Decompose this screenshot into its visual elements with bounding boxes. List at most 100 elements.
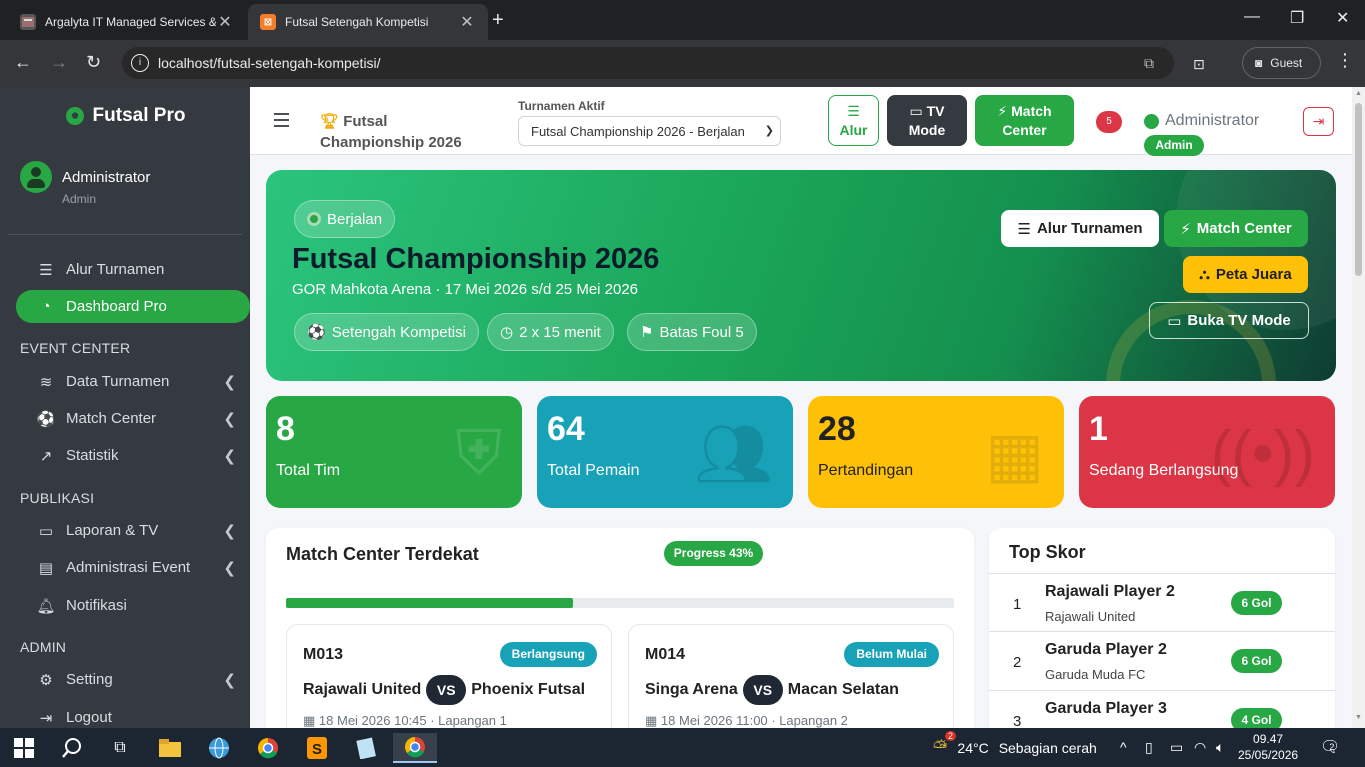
- sidebar-item-match-center[interactable]: ⚽ Match Center ❮: [16, 402, 250, 435]
- task-view-icon[interactable]: ⧉: [98, 733, 142, 763]
- profile-button[interactable]: ◙ Guest: [1242, 47, 1321, 79]
- progress-bar-fill: [286, 598, 574, 608]
- chrome-active-icon[interactable]: [393, 733, 437, 763]
- list-item[interactable]: 2 Garuda Player 2 Garuda Muda FC 6 Gol: [989, 631, 1335, 689]
- match-meta: ▦ 18 Mei 2026 10:45 · Lapangan 1: [303, 713, 507, 728]
- user-panel[interactable]: Administrator Admin: [20, 161, 150, 206]
- chevron-up-icon[interactable]: ^: [1120, 739, 1127, 755]
- translate-icon[interactable]: ⧉: [1144, 55, 1154, 72]
- reload-icon[interactable]: ↻: [86, 52, 101, 73]
- buka-tv-mode-button[interactable]: ▭ Buka TV Mode: [1149, 302, 1309, 339]
- site-info-icon[interactable]: i: [131, 54, 149, 72]
- sitemap-icon: ⛬: [1199, 266, 1210, 283]
- tab-search-icon[interactable]: ⊡: [1193, 56, 1205, 73]
- close-icon[interactable]: ✕: [458, 12, 476, 32]
- tv-button-line1: ▭ TV: [909, 102, 945, 119]
- sidebar-item-alur-turnamen[interactable]: ☰ Alur Turnamen: [16, 253, 250, 286]
- sidebar-item-notifikasi[interactable]: 🔔︎ Notifikasi: [16, 589, 250, 622]
- admin-role-badge: Admin: [1144, 135, 1204, 156]
- chart-line-icon: ↗: [39, 447, 53, 465]
- speaker-icon[interactable]: 🔈︎: [1216, 739, 1224, 756]
- search-icon[interactable]: [50, 733, 94, 763]
- clock-date: 25/05/2026: [1238, 748, 1299, 762]
- battery-icon[interactable]: ▭: [1170, 739, 1183, 756]
- match-status-badge: Berlangsung: [499, 642, 597, 667]
- match-center-button[interactable]: ⚡︎ Match Center: [975, 95, 1074, 146]
- stat-card-sedang-berlangsung[interactable]: 1 Sedang Berlangsung ((•)): [1079, 396, 1335, 508]
- new-tab-icon[interactable]: +: [492, 9, 504, 32]
- notification-center-icon[interactable]: 🗨︎2: [1320, 737, 1345, 757]
- stat-value: 1: [1089, 410, 1108, 448]
- tv-button-line2: Mode: [908, 121, 946, 138]
- windows-start-icon[interactable]: [2, 733, 46, 763]
- sidebar-item-data-turnamen[interactable]: ≋ Data Turnamen ❮: [16, 365, 250, 398]
- list-check-icon: ☰: [1017, 220, 1031, 238]
- notepad-icon[interactable]: [344, 733, 388, 763]
- clock[interactable]: 09.47 25/05/2026: [1238, 731, 1298, 763]
- device-icon[interactable]: ▯: [1145, 739, 1153, 756]
- user-circle-icon: [1144, 113, 1159, 129]
- status-badge: Berjalan: [294, 200, 396, 238]
- stat-label: Total Tim: [276, 462, 341, 479]
- stat-card-pertandingan[interactable]: 28 Pertandingan ▦: [808, 396, 1064, 508]
- logout-icon: ⇥: [1312, 113, 1325, 129]
- list-item[interactable]: 1 Rajawali Player 2 Rajawali United 6 Go…: [989, 573, 1335, 631]
- notification-badge[interactable]: 5: [1096, 111, 1122, 133]
- match-card[interactable]: M014 Belum Mulai Singa Arena VS Macan Se…: [628, 624, 954, 728]
- scrollbar-thumb[interactable]: [1355, 103, 1362, 276]
- duration-pill: ◷ 2 x 15 menit: [487, 313, 614, 351]
- match-teams: Rajawali United VS Phoenix Futsal: [303, 675, 585, 705]
- admin-user[interactable]: Administrator: [1144, 112, 1259, 130]
- back-icon[interactable]: ←: [14, 52, 32, 73]
- match-card[interactable]: M013 Berlangsung Rajawali United VS Phoe…: [286, 624, 612, 728]
- stat-card-total-pemain[interactable]: 64 Total Pemain 👥︎: [537, 396, 793, 508]
- sidebar-item-laporan-tv[interactable]: ▭ Laporan & TV ❮: [16, 514, 250, 547]
- sidebar-item-statistik[interactable]: ↗ Statistik ❮: [16, 439, 250, 472]
- logout-button[interactable]: ⇥: [1303, 107, 1334, 136]
- alur-turnamen-button[interactable]: ☰ Alur Turnamen: [1001, 210, 1159, 247]
- tab-futsal[interactable]: ⊠ Futsal Setengah Kompetisi ✕: [248, 4, 488, 40]
- tv-mode-button[interactable]: ▭ TV Mode: [887, 95, 967, 146]
- hero-match-center-button[interactable]: ⚡︎ Match Center: [1164, 210, 1308, 247]
- stat-value: 8: [276, 410, 295, 448]
- taskbar: ⧉ S ⛅︎ 2 24°C Sebagian cerah ^ ▯ ▭ ◠ 🔈︎ 0…: [0, 728, 1365, 767]
- alur-button[interactable]: ☰ Alur: [828, 95, 879, 146]
- chevron-left-icon: ❮: [223, 373, 236, 391]
- tab-argalyta[interactable]: Argalyta IT Managed Services & ✕: [8, 4, 246, 40]
- sidebar-item-setting[interactable]: ⚙ Setting ❮: [16, 663, 250, 696]
- close-icon[interactable]: ✕: [216, 12, 234, 32]
- turnamen-select[interactable]: Futsal Championship 2026 - Berjalan ❯: [518, 116, 781, 146]
- scroll-up-icon[interactable]: ▲: [1355, 90, 1362, 97]
- xampp-favicon-icon: ⊠: [260, 14, 276, 30]
- file-explorer-icon[interactable]: [148, 733, 192, 763]
- restore-icon[interactable]: ❐: [1290, 8, 1304, 28]
- top-skor-card: Top Skor 1 Rajawali Player 2 Rajawali Un…: [989, 528, 1335, 728]
- hamburger-icon[interactable]: [274, 113, 289, 131]
- sidebar-item-dashboard-pro[interactable]: ◔ Dashboard Pro: [16, 290, 250, 323]
- list-item[interactable]: 3 Garuda Player 3 4 Gol: [989, 690, 1335, 728]
- wifi-icon[interactable]: ◠: [1194, 739, 1206, 756]
- network-globe-icon[interactable]: [197, 733, 241, 763]
- forward-icon[interactable]: →: [50, 52, 68, 73]
- page-scrollbar[interactable]: ▲ ▼: [1352, 87, 1365, 728]
- peta-juara-button[interactable]: ⛬ Peta Juara: [1183, 256, 1308, 293]
- tab-title: Futsal Setengah Kompetisi: [285, 15, 429, 29]
- bell-icon: 🔔︎: [36, 597, 56, 615]
- chrome-icon[interactable]: [246, 733, 290, 763]
- match-meta: ▦ 18 Mei 2026 11:00 · Lapangan 2: [645, 713, 848, 728]
- brand[interactable]: Futsal Pro: [0, 87, 250, 145]
- stat-card-total-tim[interactable]: 8 Total Tim ⛨: [266, 396, 522, 508]
- address-bar[interactable]: i localhost/futsal-setengah-kompetisi/ ⧉: [122, 47, 1174, 79]
- sidebar-item-label: Data Turnamen: [66, 373, 170, 390]
- sidebar-item-label: Setting: [66, 671, 113, 688]
- scroll-down-icon[interactable]: ▼: [1355, 714, 1362, 721]
- rank: 3: [1013, 713, 1022, 728]
- minimize-icon[interactable]: —: [1244, 8, 1260, 26]
- alur-button-label: Alur: [839, 121, 868, 138]
- window-close-icon[interactable]: ✕: [1336, 8, 1349, 28]
- sidebar-item-administrasi-event[interactable]: ▤ Administrasi Event ❮: [16, 551, 250, 584]
- chevron-left-icon: ❮: [223, 671, 236, 689]
- menu-kebab-icon[interactable]: ⋮: [1336, 50, 1354, 71]
- sublime-text-icon[interactable]: S: [295, 733, 339, 763]
- weather-widget[interactable]: ⛅︎ 2 24°C Sebagian cerah: [933, 731, 1097, 758]
